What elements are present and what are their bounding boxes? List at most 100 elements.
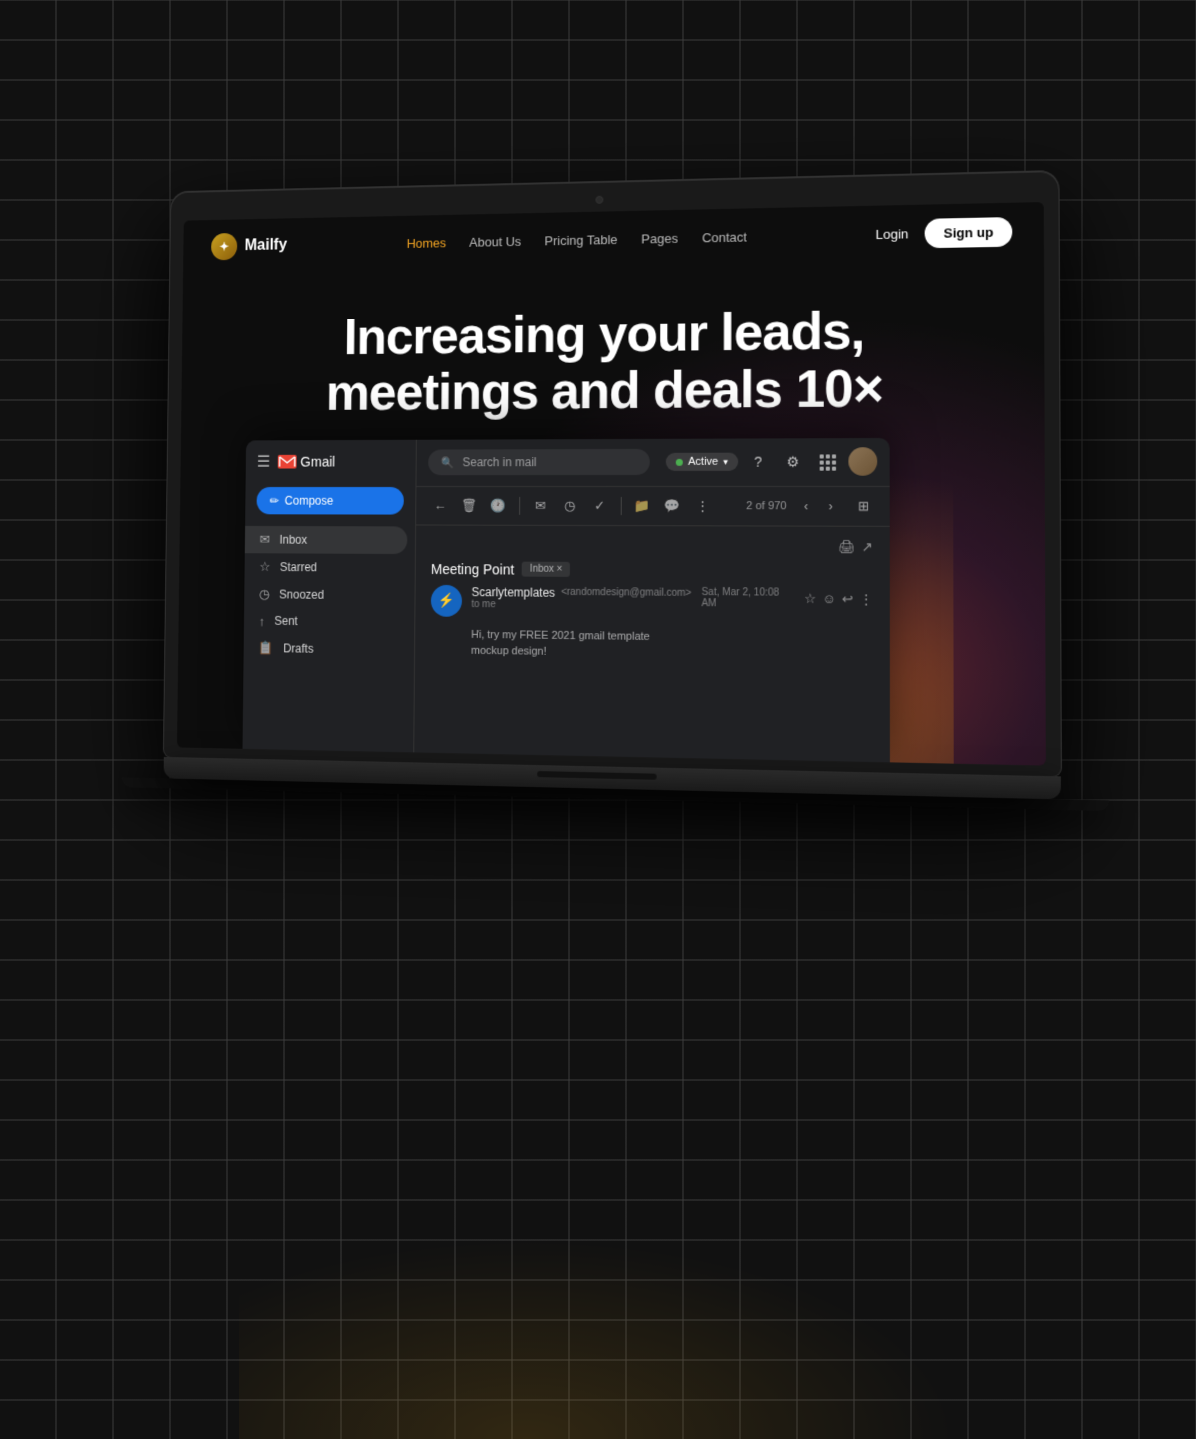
laptop-screen-content: ✦ Mailfy Homes About Us Pricing Table Pa… bbox=[177, 202, 1046, 766]
apps-grid-btn[interactable] bbox=[813, 448, 842, 477]
active-dot-indicator bbox=[676, 459, 683, 466]
hamburger-icon[interactable]: ☰ bbox=[257, 452, 271, 471]
settings-icon-btn[interactable]: ⚙ bbox=[779, 448, 808, 476]
email-inbox-tag[interactable]: Inbox × bbox=[522, 562, 570, 577]
inbox-label: Inbox bbox=[279, 533, 307, 547]
login-button[interactable]: Login bbox=[876, 226, 909, 242]
active-status-badge[interactable]: Active ▾ bbox=[666, 453, 738, 471]
email-sender-row: ⚡ Scarlytemplates <randomdesign@gmail.co… bbox=[431, 585, 873, 621]
pagination-nav: ‹ › bbox=[795, 495, 842, 517]
sender-email: <randomdesign@gmail.com> bbox=[561, 587, 691, 599]
done-button[interactable]: ✓ bbox=[587, 493, 613, 519]
star-email-button[interactable]: ☆ bbox=[804, 591, 816, 607]
reply-button[interactable]: ↩ bbox=[842, 591, 853, 607]
open-new-window-button[interactable]: ↗ bbox=[862, 539, 873, 555]
archive-button[interactable]: 🗑 bbox=[457, 493, 482, 519]
grid-dot bbox=[832, 455, 836, 459]
sender-to: to me bbox=[471, 599, 691, 612]
compose-label: Compose bbox=[285, 494, 334, 508]
sent-icon: ↑ bbox=[259, 614, 265, 629]
grid-dot bbox=[819, 461, 823, 465]
star-icon: ☆ bbox=[259, 559, 270, 575]
email-content-area: 🖨 ↗ Meeting Point Inbox × ⚡ bbox=[414, 525, 890, 762]
help-icon-btn[interactable]: ? bbox=[744, 448, 772, 476]
pagination-text: 2 of 970 bbox=[746, 500, 786, 512]
email-body: Hi, try my FREE 2021 gmail template mock… bbox=[430, 626, 873, 665]
grid-dot bbox=[832, 467, 836, 471]
nav-links: Homes About Us Pricing Table Pages Conta… bbox=[407, 229, 747, 250]
sidebar-item-snoozed[interactable]: ◷ Snoozed bbox=[244, 580, 407, 609]
snooze-button[interactable]: ◷ bbox=[557, 493, 583, 519]
layout-toggle-button[interactable]: ⊞ bbox=[850, 493, 877, 520]
sidebar-item-sent[interactable]: ↑ Sent bbox=[244, 608, 407, 636]
grid-dot bbox=[819, 455, 823, 459]
gmail-topbar: 🔍 Search in mail Active ▾ ? ⚙ bbox=[416, 438, 889, 487]
sidebar-item-starred[interactable]: ☆ Starred bbox=[244, 553, 407, 581]
sidebar-item-drafts[interactable]: 📋 Drafts bbox=[243, 634, 406, 664]
grid-dot bbox=[826, 461, 830, 465]
toolbar-separator bbox=[519, 497, 520, 515]
search-bar[interactable]: 🔍 Search in mail bbox=[428, 449, 650, 475]
grid-dot bbox=[826, 467, 830, 471]
nav-homes[interactable]: Homes bbox=[407, 235, 447, 250]
pagination-info: 2 of 970 ‹ › ⊞ bbox=[746, 493, 877, 520]
drafts-label: Drafts bbox=[283, 641, 313, 655]
labels-button[interactable]: 💬 bbox=[659, 493, 685, 519]
signup-button[interactable]: Sign up bbox=[925, 217, 1012, 248]
more-email-actions-button[interactable]: ⋮ bbox=[859, 591, 872, 608]
starred-label: Starred bbox=[280, 560, 317, 574]
email-date: Sat, Mar 2, 10:08 AM bbox=[701, 587, 796, 610]
active-chevron-icon: ▾ bbox=[723, 457, 728, 468]
nav-about[interactable]: About Us bbox=[469, 233, 521, 249]
snoozed-label: Snoozed bbox=[279, 588, 324, 602]
gmail-main-panel: 🔍 Search in mail Active ▾ ? ⚙ bbox=[414, 438, 890, 762]
email-toolbar: ← 🗑 🕐 ✉ ◷ ✓ 📁 💬 ⋮ 2 of 970 bbox=[416, 487, 890, 527]
toolbar-separator-2 bbox=[620, 497, 621, 515]
gmail-m-logo bbox=[278, 455, 297, 469]
sender-name: Scarlytemplates bbox=[471, 585, 555, 600]
laptop-device: ✦ Mailfy Homes About Us Pricing Table Pa… bbox=[163, 171, 1061, 810]
site-logo: ✦ Mailfy bbox=[211, 232, 287, 260]
nav-pages[interactable]: Pages bbox=[641, 230, 678, 246]
email-subject: Meeting Point bbox=[431, 561, 514, 577]
gmail-sidebar: ☰ Gmail ✏ Compose bbox=[242, 440, 416, 753]
gmail-logo: Gmail bbox=[278, 454, 335, 470]
more-actions-button[interactable]: ⋮ bbox=[689, 493, 715, 519]
grid-dot bbox=[832, 461, 836, 465]
emoji-button[interactable]: ☺ bbox=[822, 591, 836, 607]
sender-info: Scarlytemplates <randomdesign@gmail.com>… bbox=[471, 585, 691, 612]
grid-dot bbox=[826, 455, 830, 459]
email-body-line2: mockup design! bbox=[471, 643, 873, 665]
user-avatar[interactable] bbox=[848, 448, 877, 477]
nav-actions: Login Sign up bbox=[876, 217, 1013, 249]
logo-icon: ✦ bbox=[211, 233, 237, 260]
next-page-button[interactable]: › bbox=[819, 495, 842, 517]
compose-button[interactable]: ✏ Compose bbox=[256, 487, 403, 515]
delete-button[interactable]: 🕐 bbox=[486, 493, 512, 519]
gmail-mockup: ☰ Gmail ✏ Compose bbox=[242, 438, 889, 762]
sender-avatar: ⚡ bbox=[431, 585, 462, 617]
print-button[interactable]: 🖨 bbox=[838, 539, 855, 555]
clock-icon: ◷ bbox=[259, 586, 270, 602]
move-to-button[interactable]: 📁 bbox=[629, 493, 655, 519]
email-inline-actions: ☆ ☺ ↩ ⋮ bbox=[804, 591, 873, 608]
search-placeholder: Search in mail bbox=[462, 456, 536, 470]
hero-title: Increasing your leads, meetings and deal… bbox=[326, 303, 883, 422]
sidebar-item-inbox[interactable]: ✉ Inbox bbox=[245, 526, 408, 554]
drafts-icon: 📋 bbox=[258, 640, 273, 656]
email-top-actions: 🖨 ↗ bbox=[431, 537, 873, 555]
sent-label: Sent bbox=[274, 614, 297, 628]
grid-dot bbox=[819, 467, 823, 471]
back-button[interactable]: ← bbox=[427, 493, 452, 519]
laptop-screen-bezel: ✦ Mailfy Homes About Us Pricing Table Pa… bbox=[164, 171, 1061, 776]
prev-page-button[interactable]: ‹ bbox=[795, 495, 818, 517]
camera-notch bbox=[595, 196, 603, 204]
mark-unread-button[interactable]: ✉ bbox=[528, 493, 554, 519]
email-subject-row: Meeting Point Inbox × bbox=[431, 561, 873, 580]
inbox-icon: ✉ bbox=[260, 532, 270, 548]
nav-pricing[interactable]: Pricing Table bbox=[545, 232, 618, 248]
logo-text: Mailfy bbox=[245, 237, 288, 255]
search-icon: 🔍 bbox=[441, 456, 454, 469]
floor-glow bbox=[239, 1239, 957, 1439]
nav-contact[interactable]: Contact bbox=[702, 229, 747, 245]
